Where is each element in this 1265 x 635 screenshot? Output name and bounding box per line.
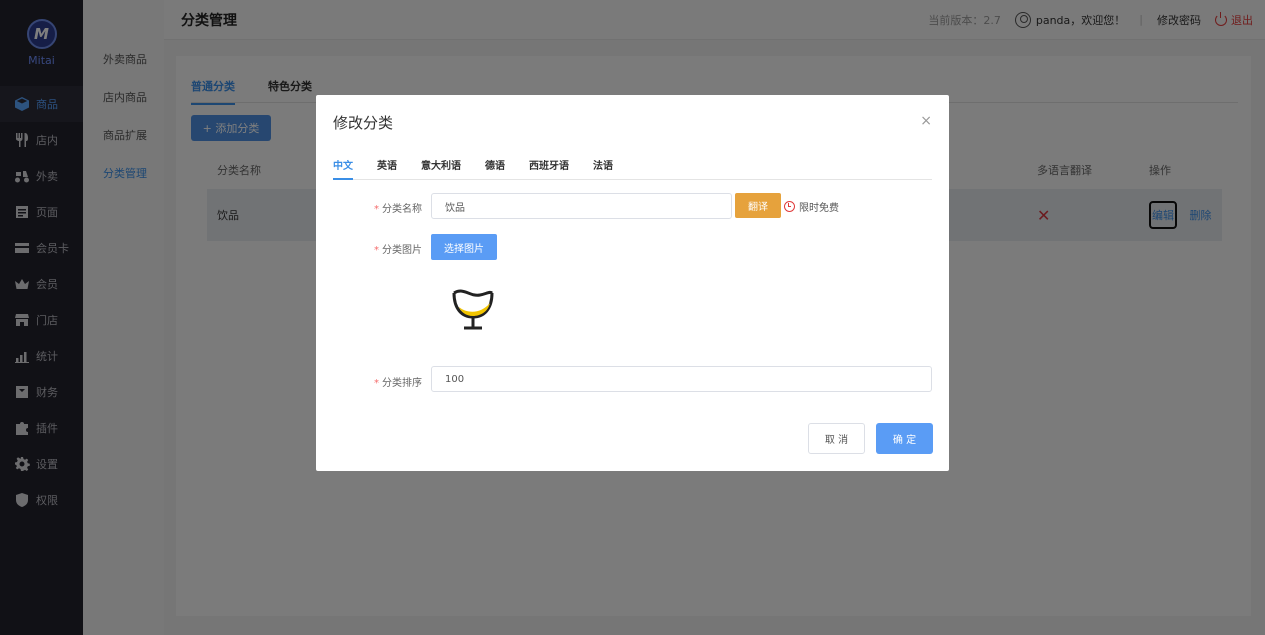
tab-french[interactable]: 法语 [593, 157, 613, 180]
category-name-label-text: 分类名称 [382, 204, 422, 215]
category-image-label-text: 分类图片 [382, 245, 422, 256]
choose-image-button[interactable]: 选择图片 [431, 234, 497, 260]
free-tag: 限时免费 [784, 199, 839, 214]
category-name-input[interactable]: 饮品 [431, 193, 732, 219]
cancel-button[interactable]: 取 消 [808, 423, 865, 454]
confirm-button[interactable]: 确 定 [876, 423, 933, 454]
dialog-title: 修改分类 [333, 114, 394, 132]
edit-category-dialog: 修改分类 × 中文 英语 意大利语 德语 西班牙语 法语 * 分类名称 饮品 翻译… [316, 95, 949, 471]
tab-english[interactable]: 英语 [377, 157, 397, 180]
category-name-label: * 分类名称 [374, 204, 422, 215]
close-icon[interactable]: × [920, 113, 932, 129]
wine-glass-icon [450, 285, 496, 331]
tab-german[interactable]: 德语 [485, 157, 505, 180]
clock-icon [784, 201, 795, 212]
category-sort-input[interactable]: 100 [431, 366, 932, 392]
category-sort-label: * 分类排序 [374, 378, 422, 389]
category-sort-label-text: 分类排序 [382, 378, 422, 389]
tab-italian[interactable]: 意大利语 [421, 157, 461, 180]
tab-spanish[interactable]: 西班牙语 [529, 157, 569, 180]
tab-chinese[interactable]: 中文 [333, 157, 353, 180]
language-tabs: 中文 英语 意大利语 德语 西班牙语 法语 [333, 157, 932, 180]
free-tag-text: 限时免费 [799, 203, 839, 214]
category-image-label: * 分类图片 [374, 245, 422, 256]
translate-button[interactable]: 翻译 [735, 193, 781, 218]
